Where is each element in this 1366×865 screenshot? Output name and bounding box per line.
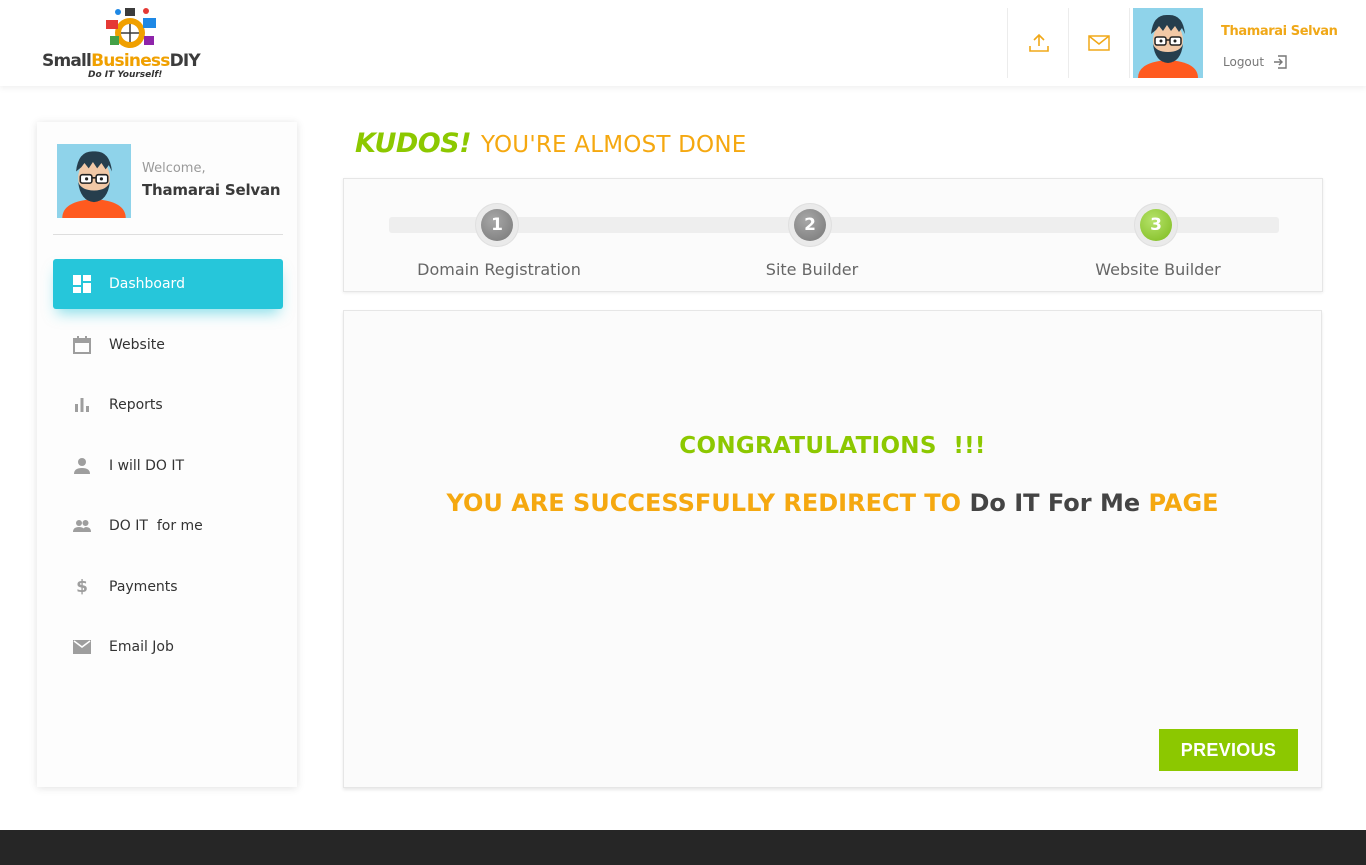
person-icon <box>73 457 91 475</box>
sidebar-item-label: I will DO IT <box>109 457 185 474</box>
sidebar-item-website[interactable]: Website <box>53 320 283 370</box>
welcome-text: Welcome, <box>142 161 206 176</box>
header-user-name[interactable]: Thamarai Selvan <box>1221 24 1338 39</box>
progress-steps: 1 Domain Registration 2 Site Builder 3 W… <box>343 178 1323 292</box>
calendar-icon <box>73 335 91 354</box>
previous-button[interactable]: PREVIOUS <box>1159 729 1298 771</box>
bar-chart-icon <box>73 396 91 414</box>
sidebar-item-dashboard[interactable]: Dashboard <box>53 259 283 309</box>
step-number: 3 <box>1140 209 1172 241</box>
sidebar-item-payments[interactable]: $ Payments <box>53 562 283 612</box>
upload-button[interactable] <box>1007 8 1069 78</box>
page-title: KUDOS! YOU'RE ALMOST DONE <box>355 128 747 159</box>
envelope-icon <box>73 638 91 656</box>
people-icon <box>73 517 91 535</box>
step-1-label: Domain Registration <box>417 260 581 279</box>
sidebar-item-i-will-do-it[interactable]: I will DO IT <box>53 441 283 491</box>
sidebar-divider <box>53 234 283 235</box>
sidebar-item-reports[interactable]: Reports <box>53 380 283 430</box>
step-2-indicator[interactable]: 2 <box>788 203 832 247</box>
step-number: 1 <box>481 209 513 241</box>
footer-bar <box>0 830 1366 865</box>
logout-label: Logout <box>1223 55 1265 69</box>
logo-wordmark: SmallBusinessDIY <box>42 51 201 71</box>
logo-graphic <box>106 8 156 48</box>
step-1-indicator[interactable]: 1 <box>475 203 519 247</box>
logout-icon <box>1274 55 1287 69</box>
congratulations-heading: CONGRATULATIONS !!! <box>679 433 986 459</box>
step-3-label: Website Builder <box>1095 260 1221 279</box>
sidebar-item-email-job[interactable]: Email Job <box>53 622 283 672</box>
logout-link[interactable]: Logout <box>1223 55 1287 69</box>
kudos-text: KUDOS! <box>355 128 472 159</box>
logo-tagline: Do IT Yourself! <box>88 70 163 80</box>
sidebar-item-label: Email Job <box>109 639 174 655</box>
dollar-icon: $ <box>76 576 88 597</box>
sidebar-item-label: DO IT for me <box>109 518 203 534</box>
upload-icon <box>1028 33 1049 52</box>
sidebar-item-label: Dashboard <box>109 276 185 292</box>
sidebar: Welcome, Thamarai Selvan Dashboard Websi… <box>37 122 297 787</box>
sidebar-item-label: Website <box>109 336 165 353</box>
sidebar-item-label: Reports <box>109 397 163 413</box>
redirect-prefix: YOU ARE SUCCESSFULLY REDIRECT TO <box>446 489 962 517</box>
sidebar-item-label: Payments <box>109 578 178 595</box>
sidebar-user-name: Thamarai Selvan <box>142 181 281 199</box>
step-number: 2 <box>794 209 826 241</box>
header-avatar[interactable] <box>1133 8 1203 78</box>
step-3-indicator[interactable]: 3 <box>1134 203 1178 247</box>
redirect-message: YOU ARE SUCCESSFULLY REDIRECT TO Do IT F… <box>344 489 1321 517</box>
step-2-label: Site Builder <box>765 260 859 279</box>
messages-button[interactable] <box>1068 8 1130 78</box>
redirect-suffix: PAGE <box>1148 489 1219 517</box>
result-panel: CONGRATULATIONS !!! YOU ARE SUCCESSFULLY… <box>343 310 1322 788</box>
sidebar-nav: Dashboard Website Reports I will DO IT D… <box>53 259 283 683</box>
redirect-target: Do IT For Me <box>969 489 1141 517</box>
almost-done-text: YOU'RE ALMOST DONE <box>481 132 747 158</box>
mail-icon <box>1088 35 1110 51</box>
sidebar-item-do-it-for-me[interactable]: DO IT for me <box>53 501 283 551</box>
dashboard-icon <box>73 275 91 293</box>
brand-logo[interactable]: SmallBusinessDIY Do IT Yourself! <box>40 6 210 82</box>
top-header: SmallBusinessDIY Do IT Yourself! Thamara… <box>0 0 1366 86</box>
sidebar-avatar <box>57 144 131 218</box>
